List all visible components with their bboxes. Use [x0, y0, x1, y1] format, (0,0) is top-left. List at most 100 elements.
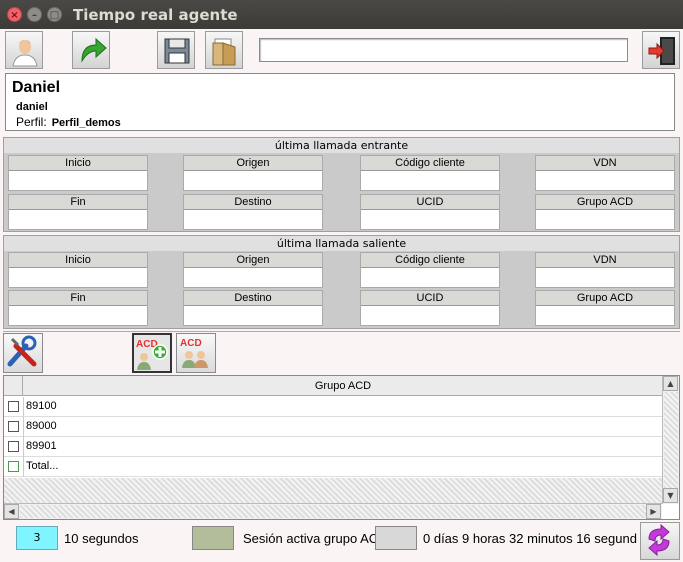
redo-arrow-icon — [81, 37, 107, 63]
outgoing-field-inicio: Inicio — [8, 252, 148, 288]
table-row[interactable]: 89000 — [4, 417, 662, 437]
field-label: UCID — [361, 195, 499, 210]
incoming-field-destino: Destino — [183, 194, 323, 230]
minimize-icon[interactable]: – — [27, 7, 42, 22]
incoming-section-title: última llamada entrante — [4, 138, 679, 153]
tools-icon — [7, 335, 37, 367]
row-checkbox[interactable] — [8, 401, 19, 412]
field-label: VDN — [536, 253, 674, 268]
scroll-track[interactable] — [664, 392, 678, 488]
column-header-grupo-acd[interactable]: Grupo ACD — [24, 376, 662, 396]
field-label: Origen — [184, 156, 322, 171]
outgoing-call-section: última llamada saliente Inicio Origen Có… — [3, 235, 680, 329]
status-bar: 3 10 segundos Sesión activa grupo AC 0 d… — [0, 520, 683, 562]
table-row[interactable]: Total... — [4, 457, 662, 477]
row-value: 89000 — [26, 420, 57, 432]
acd-group-icon-text: ACD — [180, 338, 202, 349]
idle-status-indicator — [375, 526, 417, 550]
row-value: 89100 — [26, 400, 57, 412]
field-label: Grupo ACD — [536, 195, 674, 210]
outgoing-field-destino: Destino — [183, 290, 323, 326]
field-label: Inicio — [9, 253, 147, 268]
acd-group-icon: ACD — [180, 338, 208, 368]
refresh-redo-button[interactable] — [72, 31, 110, 69]
incoming-field-inicio: Inicio — [8, 155, 148, 191]
grid-empty-area — [4, 478, 662, 503]
agent-profile: Perfil: Perfil_demos — [16, 115, 121, 129]
exit-button[interactable] — [642, 31, 680, 69]
settings-tools-button[interactable] — [3, 333, 43, 373]
outgoing-section-title: última llamada saliente — [4, 236, 679, 251]
refresh-interval-label: 10 segundos — [64, 531, 139, 546]
agent-name: Daniel — [12, 79, 61, 96]
incoming-field-ucid: UCID — [360, 194, 500, 230]
acd-add-icon: ACD — [136, 339, 168, 370]
acd-toolbar: ACD ACD — [3, 331, 680, 375]
folder-open-icon — [212, 38, 236, 66]
reload-arrows-icon — [648, 523, 670, 557]
save-disk-icon — [164, 38, 190, 64]
refresh-interval-input[interactable]: 3 — [16, 526, 58, 550]
table-row[interactable]: 89100 — [4, 397, 662, 417]
session-status-indicator — [192, 526, 234, 550]
row-divider — [23, 417, 24, 437]
field-label: Código cliente — [361, 253, 499, 268]
field-label: Origen — [184, 253, 322, 268]
row-value: 89901 — [26, 440, 57, 452]
user-icon — [12, 40, 38, 67]
row-checkbox[interactable] — [8, 441, 19, 452]
agent-info-panel: Daniel daniel Perfil: Perfil_demos — [5, 73, 675, 131]
select-all-corner[interactable] — [4, 376, 23, 396]
incoming-call-section: última llamada entrante Inicio Origen Có… — [3, 137, 680, 232]
table-header: Grupo ACD — [4, 376, 662, 396]
outgoing-field-codigo-cliente: Código cliente — [360, 252, 500, 288]
profile-label: Perfil: — [16, 115, 47, 129]
profile-value: Perfil_demos — [51, 117, 121, 129]
acd-group-button[interactable]: ACD — [176, 333, 216, 373]
agent-login: daniel — [16, 101, 48, 113]
vertical-scrollbar[interactable]: ▲ ▼ — [662, 376, 679, 504]
incoming-field-fin: Fin — [8, 194, 148, 230]
incoming-field-origen: Origen — [183, 155, 323, 191]
row-divider — [23, 437, 24, 457]
row-checkbox[interactable] — [8, 421, 19, 432]
outgoing-field-grupo-acd: Grupo ACD — [535, 290, 675, 326]
incoming-field-grupo-acd: Grupo ACD — [535, 194, 675, 230]
outgoing-field-vdn: VDN — [535, 252, 675, 288]
scroll-down-icon[interactable]: ▼ — [663, 488, 678, 503]
incoming-field-codigo-cliente: Código cliente — [360, 155, 500, 191]
horizontal-scrollbar[interactable]: ◀ ▶ — [4, 503, 662, 519]
top-search-field[interactable] — [259, 38, 628, 62]
field-label: Fin — [9, 291, 147, 306]
table-row[interactable]: 89901 — [4, 437, 662, 457]
window-titlebar: × – □ Tiempo real agente — [0, 0, 683, 29]
acd-add-button[interactable]: ACD — [132, 333, 172, 373]
field-label: Inicio — [9, 156, 147, 171]
scroll-right-icon[interactable]: ▶ — [646, 504, 661, 519]
field-label: Destino — [184, 195, 322, 210]
row-divider — [23, 397, 24, 417]
scroll-up-icon[interactable]: ▲ — [663, 376, 678, 391]
exit-door-icon — [648, 37, 675, 65]
row-divider — [23, 457, 24, 477]
reload-button[interactable] — [640, 522, 680, 560]
outgoing-field-fin: Fin — [8, 290, 148, 326]
elapsed-time: 0 días 9 horas 32 minutos 16 segund — [423, 531, 637, 546]
outgoing-field-ucid: UCID — [360, 290, 500, 326]
close-icon[interactable]: × — [7, 7, 22, 22]
row-checkbox[interactable] — [8, 461, 19, 472]
incoming-field-vdn: VDN — [535, 155, 675, 191]
scroll-left-icon[interactable]: ◀ — [4, 504, 19, 519]
app-body: Daniel daniel Perfil: Perfil_demos última… — [0, 29, 683, 562]
row-value: Total... — [26, 460, 59, 472]
outgoing-field-origen: Origen — [183, 252, 323, 288]
save-button[interactable] — [157, 31, 195, 69]
session-status-label: Sesión activa grupo AC — [243, 531, 379, 546]
field-label: Destino — [184, 291, 322, 306]
field-label: UCID — [361, 291, 499, 306]
window-title: Tiempo real agente — [73, 6, 238, 24]
scroll-track[interactable] — [20, 505, 646, 518]
agent-user-button[interactable] — [5, 31, 43, 69]
maximize-icon[interactable]: □ — [47, 7, 62, 22]
open-folder-button[interactable] — [205, 31, 243, 69]
